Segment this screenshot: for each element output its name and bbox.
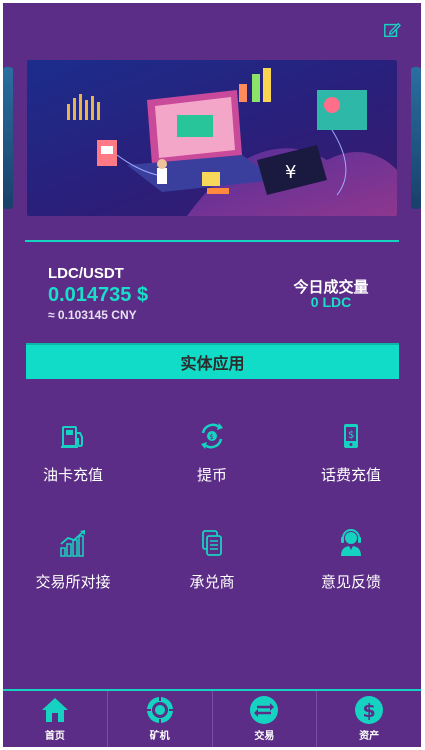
app-screen: ¥ LDC/USDT 0.014735 $ ≈ 0.103145 CNY 今日成…: [3, 3, 421, 747]
support-agent-icon: [341, 529, 361, 556]
exchange-chart-icon: [60, 530, 85, 557]
feature-label: 提币: [196, 467, 227, 484]
edit-icon[interactable]: [383, 21, 401, 39]
phone-recharge-icon: $: [344, 424, 358, 448]
bottom-tab-bar: 首页 矿机 交易 $ 资产: [3, 689, 421, 747]
tab-label: 首页: [44, 731, 65, 742]
price-cny: ≈ 0.103145 CNY: [48, 308, 137, 322]
tab-label: 矿机: [149, 731, 170, 742]
tab-trade[interactable]: 交易: [213, 691, 318, 747]
tab-label: 交易: [254, 731, 275, 742]
volume-value: 0 LDC: [310, 294, 352, 310]
feature-withdraw[interactable]: $ 提币: [142, 421, 282, 485]
tab-mining[interactable]: 矿机: [108, 691, 213, 747]
svg-text:$: $: [348, 430, 354, 441]
tab-label: 资产: [359, 731, 380, 742]
exchange-icon: [250, 696, 279, 724]
feature-label: 交易所对接: [35, 574, 111, 591]
finance-isometric-illustration: ¥: [67, 68, 397, 216]
tab-assets[interactable]: $ 资产: [317, 691, 421, 747]
dollar-icon: $: [355, 696, 384, 724]
carousel-next-card[interactable]: [411, 67, 421, 209]
banner-image[interactable]: ¥: [27, 60, 397, 216]
mining-machine-icon: [146, 697, 173, 723]
section-divider: [25, 240, 399, 242]
feature-feedback[interactable]: 意见反馈: [281, 528, 421, 592]
documents-icon: [202, 530, 222, 556]
feature-acceptor[interactable]: 承兑商: [142, 528, 282, 592]
coin-transfer-icon: $: [201, 423, 223, 449]
carousel-prev-card[interactable]: [3, 67, 13, 209]
feature-fuel-recharge[interactable]: 油卡充值: [3, 421, 143, 485]
price-usd: 0.014735 $: [48, 284, 149, 306]
tab-home[interactable]: 首页: [3, 691, 108, 747]
entity-application-button[interactable]: 实体应用: [26, 343, 399, 379]
svg-text:$: $: [209, 433, 213, 441]
feature-label: 承兑商: [189, 574, 235, 591]
svg-text:¥: ¥: [285, 162, 296, 183]
feature-phone-recharge[interactable]: $ 话费充值: [281, 421, 421, 485]
trading-pair: LDC/USDT: [48, 265, 124, 282]
feature-label: 意见反馈: [320, 574, 381, 591]
feature-label: 话费充值: [320, 467, 381, 484]
home-icon: [41, 698, 68, 722]
svg-text:$: $: [363, 700, 376, 722]
fuel-pump-icon: [61, 426, 83, 448]
feature-exchange-docking[interactable]: 交易所对接: [3, 528, 143, 592]
feature-label: 油卡充值: [42, 467, 103, 484]
